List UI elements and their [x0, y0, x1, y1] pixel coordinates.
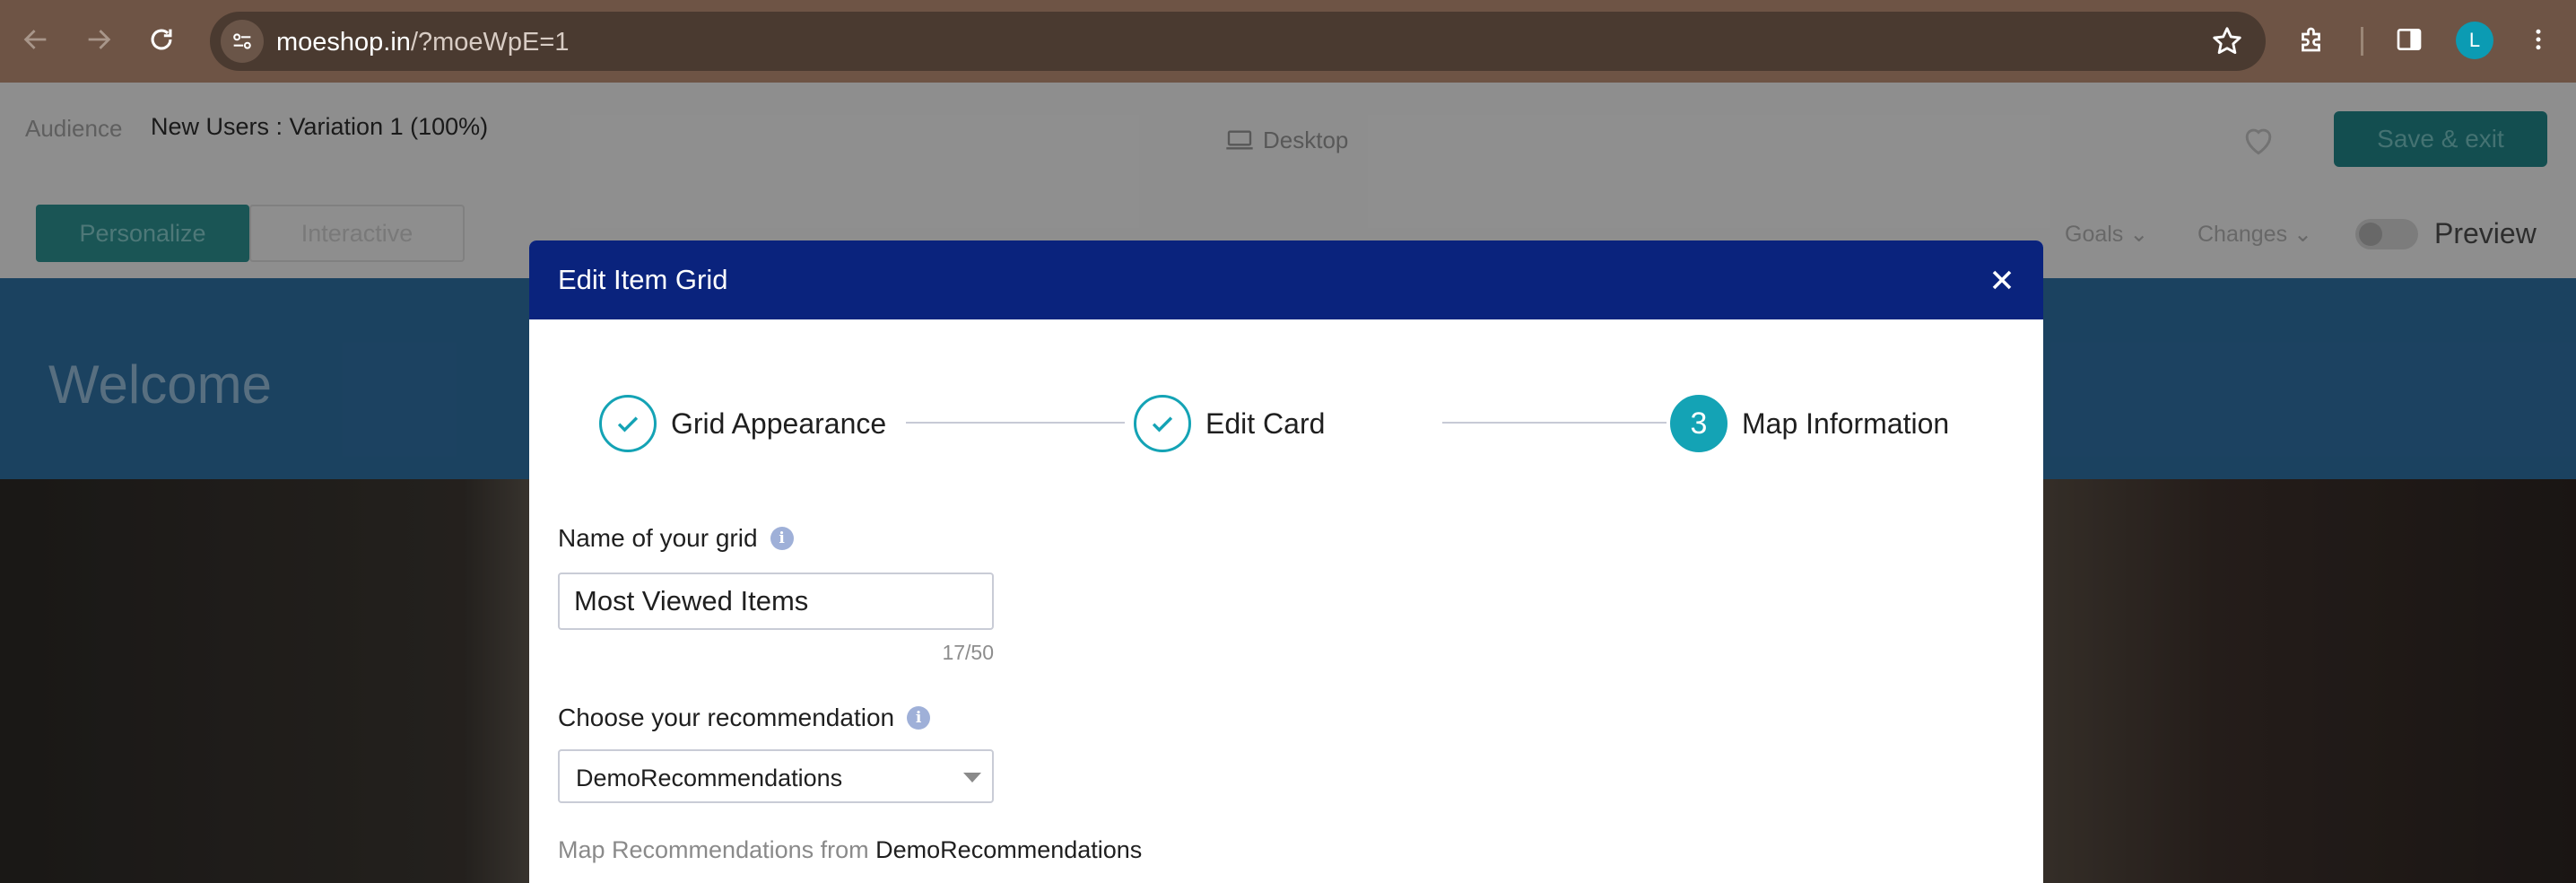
step-grid-appearance[interactable]: Grid Appearance [599, 395, 886, 452]
stepper-connector [906, 422, 1125, 424]
more-icon[interactable] [2519, 20, 2558, 59]
recommendation-select[interactable]: DemoRecommendations [558, 749, 994, 803]
check-icon [1134, 395, 1191, 452]
stepper-connector [1442, 422, 1667, 424]
profile-avatar[interactable]: L [2456, 22, 2493, 59]
side-panel-icon[interactable] [2389, 20, 2429, 59]
edit-item-grid-modal: Edit Item Grid Grid Appearance Edit Card… [529, 240, 2043, 883]
step-label: Map Information [1742, 407, 1950, 440]
step-map-information[interactable]: 3 Map Information [1670, 395, 1949, 452]
site-info-icon[interactable] [221, 20, 264, 63]
check-icon [599, 395, 657, 452]
modal-title: Edit Item Grid [558, 264, 728, 295]
step-label: Edit Card [1205, 407, 1326, 440]
toolbar-divider [2361, 27, 2363, 56]
back-icon[interactable] [16, 20, 56, 59]
extensions-icon[interactable] [2293, 20, 2332, 59]
grid-name-input[interactable] [558, 573, 994, 630]
reload-icon[interactable] [142, 20, 181, 59]
info-icon[interactable]: i [770, 527, 794, 550]
step-number: 3 [1670, 395, 1727, 452]
character-counter: 17/50 [942, 641, 994, 664]
info-icon[interactable]: i [907, 706, 931, 730]
grid-name-label: Name of your grid i [558, 524, 794, 553]
close-icon[interactable] [1986, 264, 2018, 296]
step-label: Grid Appearance [671, 407, 887, 440]
modal-header: Edit Item Grid [529, 240, 2043, 319]
browser-toolbar: moeshop.in/?moeWpE=1 L [0, 0, 2576, 83]
url-text: moeshop.in/?moeWpE=1 [276, 28, 570, 57]
recommendation-label: Choose your recommendation i [558, 704, 931, 732]
chevron-down-icon [963, 773, 981, 782]
bookmark-star-icon[interactable] [2210, 24, 2244, 58]
address-bar[interactable]: moeshop.in/?moeWpE=1 [210, 12, 2266, 71]
map-recommendations-text: Map Recommendations from DemoRecommendat… [558, 836, 1143, 863]
step-edit-card[interactable]: Edit Card [1134, 395, 1325, 452]
forward-icon[interactable] [79, 20, 118, 59]
recommendation-value: DemoRecommendations [576, 765, 843, 791]
